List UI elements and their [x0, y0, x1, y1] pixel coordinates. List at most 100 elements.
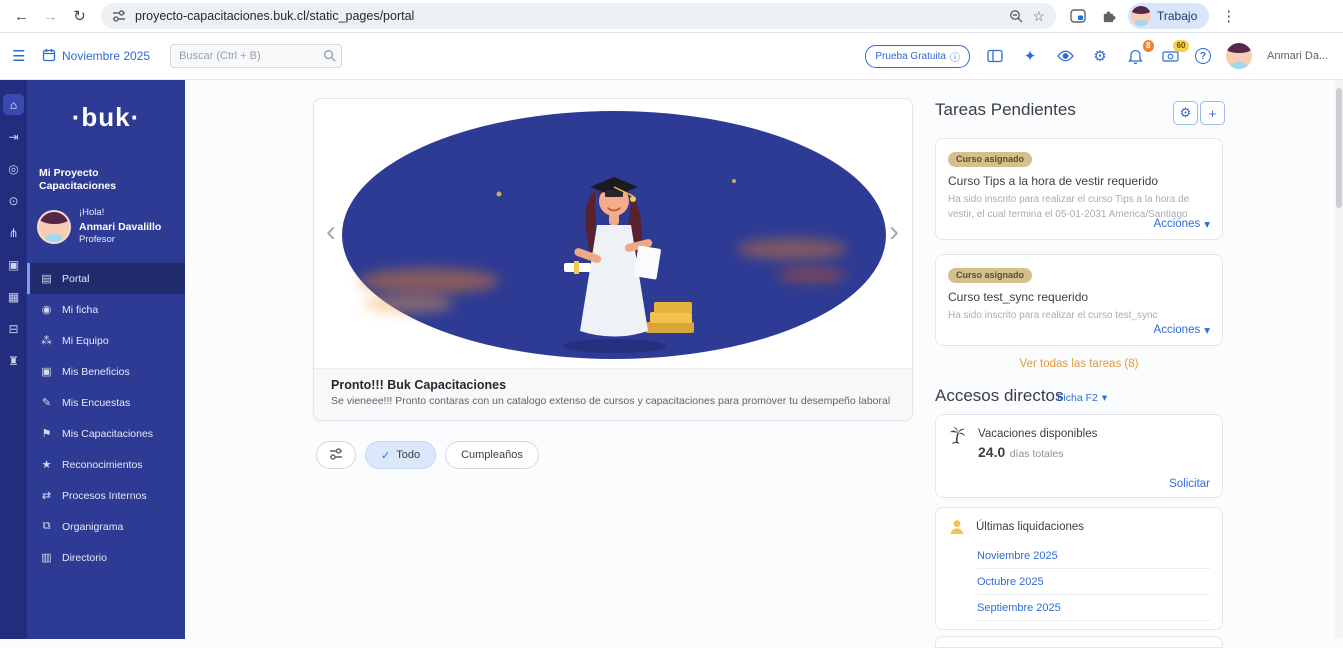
sidebar-item-mi-ficha[interactable]: ◉ Mi ficha [27, 294, 185, 325]
global-search-input[interactable] [170, 44, 342, 68]
sparkle-icon[interactable]: ✦ [1020, 46, 1040, 66]
trial-label: Prueba Gratuita [875, 51, 946, 62]
sidebar-item-mis-capacitaciones[interactable]: ⚑ Mis Capacitaciones [27, 418, 185, 449]
site-info-icon[interactable] [112, 9, 126, 23]
sidebar-item-directorio[interactable]: ▥ Directorio [27, 542, 185, 573]
ficha-selector[interactable]: Ficha F2 ▾ [1057, 392, 1107, 404]
sidebar-item-label: Reconocimientos [62, 459, 143, 471]
directory-icon: ▥ [40, 551, 53, 564]
briefcase-icon[interactable]: ▣ [3, 254, 24, 275]
filter-todo-pill[interactable]: ✓ Todo [365, 441, 436, 469]
filter-settings-button[interactable] [316, 441, 356, 469]
credits-count-badge: 60 [1173, 40, 1189, 52]
address-bar[interactable]: proyecto-capacitaciones.buk.cl/static_pa… [101, 3, 1056, 29]
sidebar-item-mi-equipo[interactable]: ⁂ Mi Equipo [27, 325, 185, 356]
filter-birthdays-label: Cumpleaños [461, 449, 523, 461]
bank-icon[interactable]: ♜ [3, 350, 24, 371]
tune-icon [329, 447, 343, 464]
search-icon[interactable] [323, 49, 336, 67]
period-label: Noviembre 2025 [62, 49, 150, 63]
record-icon[interactable]: ◎ [3, 158, 24, 179]
user-avatar[interactable] [1226, 43, 1252, 69]
payslip-link[interactable]: Septiembre 2025 [977, 595, 1210, 621]
payslip-link[interactable]: Noviembre 2025 [977, 543, 1210, 569]
panel-icon[interactable] [985, 46, 1005, 66]
see-all-tasks-link[interactable]: Ver todas las tareas (8) [935, 358, 1223, 370]
task-description: Ha sido inscrito para realizar el curso … [948, 309, 1210, 324]
sidebar-item-label: Procesos Internos [62, 490, 147, 502]
company-name: Mi Proyecto Capacitaciones [39, 167, 175, 193]
sidebar-item-label: Mi Equipo [62, 335, 109, 347]
apps-icon[interactable]: ▦ [3, 286, 24, 307]
task-actions-label: Acciones [1154, 324, 1201, 336]
carousel-prev-button[interactable]: ‹ [326, 217, 336, 247]
vacations-days-value: 24.0 [978, 444, 1005, 460]
sidebar-item-organigrama[interactable]: ⧉ Organigrama [27, 511, 185, 542]
eye-icon[interactable] [1055, 46, 1075, 66]
request-vacation-link[interactable]: Solicitar [1169, 478, 1210, 490]
forward-icon[interactable]: → [37, 3, 64, 30]
network-icon[interactable]: ⋔ [3, 222, 24, 243]
extensions-puzzle-icon[interactable] [1094, 3, 1122, 30]
caret-down-icon: ▾ [1204, 323, 1210, 337]
logout-icon[interactable]: ⇥ [3, 126, 24, 147]
gear-icon[interactable]: ⚙ [1090, 46, 1110, 66]
reload-icon[interactable]: ↻ [66, 3, 93, 30]
task-actions-dropdown[interactable]: Acciones ▾ [1154, 323, 1210, 337]
folder-icon[interactable]: ⊟ [3, 318, 24, 339]
sidebar-item-portal[interactable]: ▤ Portal [27, 263, 185, 294]
app-topbar: ☰ Noviembre 2025 Prueba Gratuita ⓘ ✦ ⚙ 8 [0, 33, 1343, 80]
back-icon[interactable]: ← [8, 3, 35, 30]
browser-profile-name: Trabajo [1157, 9, 1197, 23]
clock-icon[interactable]: ⊙ [3, 190, 24, 211]
page-scrollbar[interactable] [1335, 80, 1343, 639]
scrollbar-thumb[interactable] [1336, 88, 1342, 208]
sidebar-item-mis-beneficios[interactable]: ▣ Mis Beneficios [27, 356, 185, 387]
sidebar-item-mis-encuestas[interactable]: ✎ Mis Encuestas [27, 387, 185, 418]
carousel-next-button[interactable]: › [889, 217, 899, 247]
hamburger-menu-icon[interactable]: ☰ [12, 47, 32, 65]
tasks-add-button[interactable]: + [1200, 101, 1225, 125]
payslips-card: Últimas liquidaciones Noviembre 2025 Oct… [935, 507, 1223, 630]
sidebar-user-card[interactable]: ¡Hola! Anmari Davalillo Profesor [37, 207, 177, 247]
sidebar-item-label: Mi ficha [62, 304, 98, 316]
trial-badge[interactable]: Prueba Gratuita ⓘ [865, 45, 970, 68]
notifications-count-badge: 8 [1143, 40, 1154, 52]
sidebar-item-label: Organigrama [62, 521, 123, 533]
tasks-settings-button[interactable]: ⚙ [1173, 101, 1198, 125]
topbar-actions: Prueba Gratuita ⓘ ✦ ⚙ 8 60 ? Anmari Da..… [865, 43, 1331, 69]
sidebar-item-procesos-internos[interactable]: ⇄ Procesos Internos [27, 480, 185, 511]
announcement-carousel: Pronto!!! Buk Capacitaciones Se vieneee!… [313, 98, 913, 421]
task-title: Curso Tips a la hora de vestir requerido [948, 174, 1210, 188]
task-actions-label: Acciones [1154, 218, 1201, 230]
bookmark-star-icon[interactable]: ☆ [1032, 8, 1045, 25]
credits-icon[interactable]: 60 [1160, 46, 1180, 66]
shortcuts-heading: Accesos directos [935, 386, 1064, 406]
module-rail: ⌂ ⇥ ◎ ⊙ ⋔ ▣ ▦ ⊟ ♜ [0, 80, 27, 639]
task-actions-dropdown[interactable]: Acciones ▾ [1154, 217, 1210, 231]
sidebar-item-label: Mis Encuestas [62, 397, 130, 409]
info-icon: ⓘ [950, 49, 960, 64]
media-controls-icon[interactable] [1064, 3, 1092, 30]
browser-menu-icon[interactable]: ⋮ [1215, 3, 1242, 30]
user-name-label: Anmari Da... [1267, 50, 1331, 62]
bell-icon[interactable]: 8 [1125, 46, 1145, 66]
ficha-selector-label: Ficha F2 [1057, 392, 1098, 404]
check-icon: ✓ [381, 449, 390, 462]
home-icon[interactable]: ⌂ [3, 94, 24, 115]
zoom-level-icon[interactable] [1009, 9, 1023, 23]
global-search [170, 44, 342, 68]
period-selector[interactable]: Noviembre 2025 [42, 48, 150, 65]
next-card-partial [935, 636, 1223, 648]
browser-profile-chip[interactable]: Trabajo [1128, 3, 1209, 29]
task-badge: Curso asignado [948, 152, 1032, 167]
sidebar-item-reconocimientos[interactable]: ★ Reconocimientos [27, 449, 185, 480]
payslip-link[interactable]: Octubre 2025 [977, 569, 1210, 595]
feed-filters: ✓ Todo Cumpleaños [316, 441, 539, 469]
portal-icon: ▤ [40, 272, 53, 285]
sidebar-item-label: Directorio [62, 552, 107, 564]
url-text: proyecto-capacitaciones.buk.cl/static_pa… [135, 9, 1000, 23]
filter-birthdays-pill[interactable]: Cumpleaños [445, 441, 539, 469]
help-icon[interactable]: ? [1195, 48, 1211, 64]
carousel-illustration [314, 99, 913, 370]
